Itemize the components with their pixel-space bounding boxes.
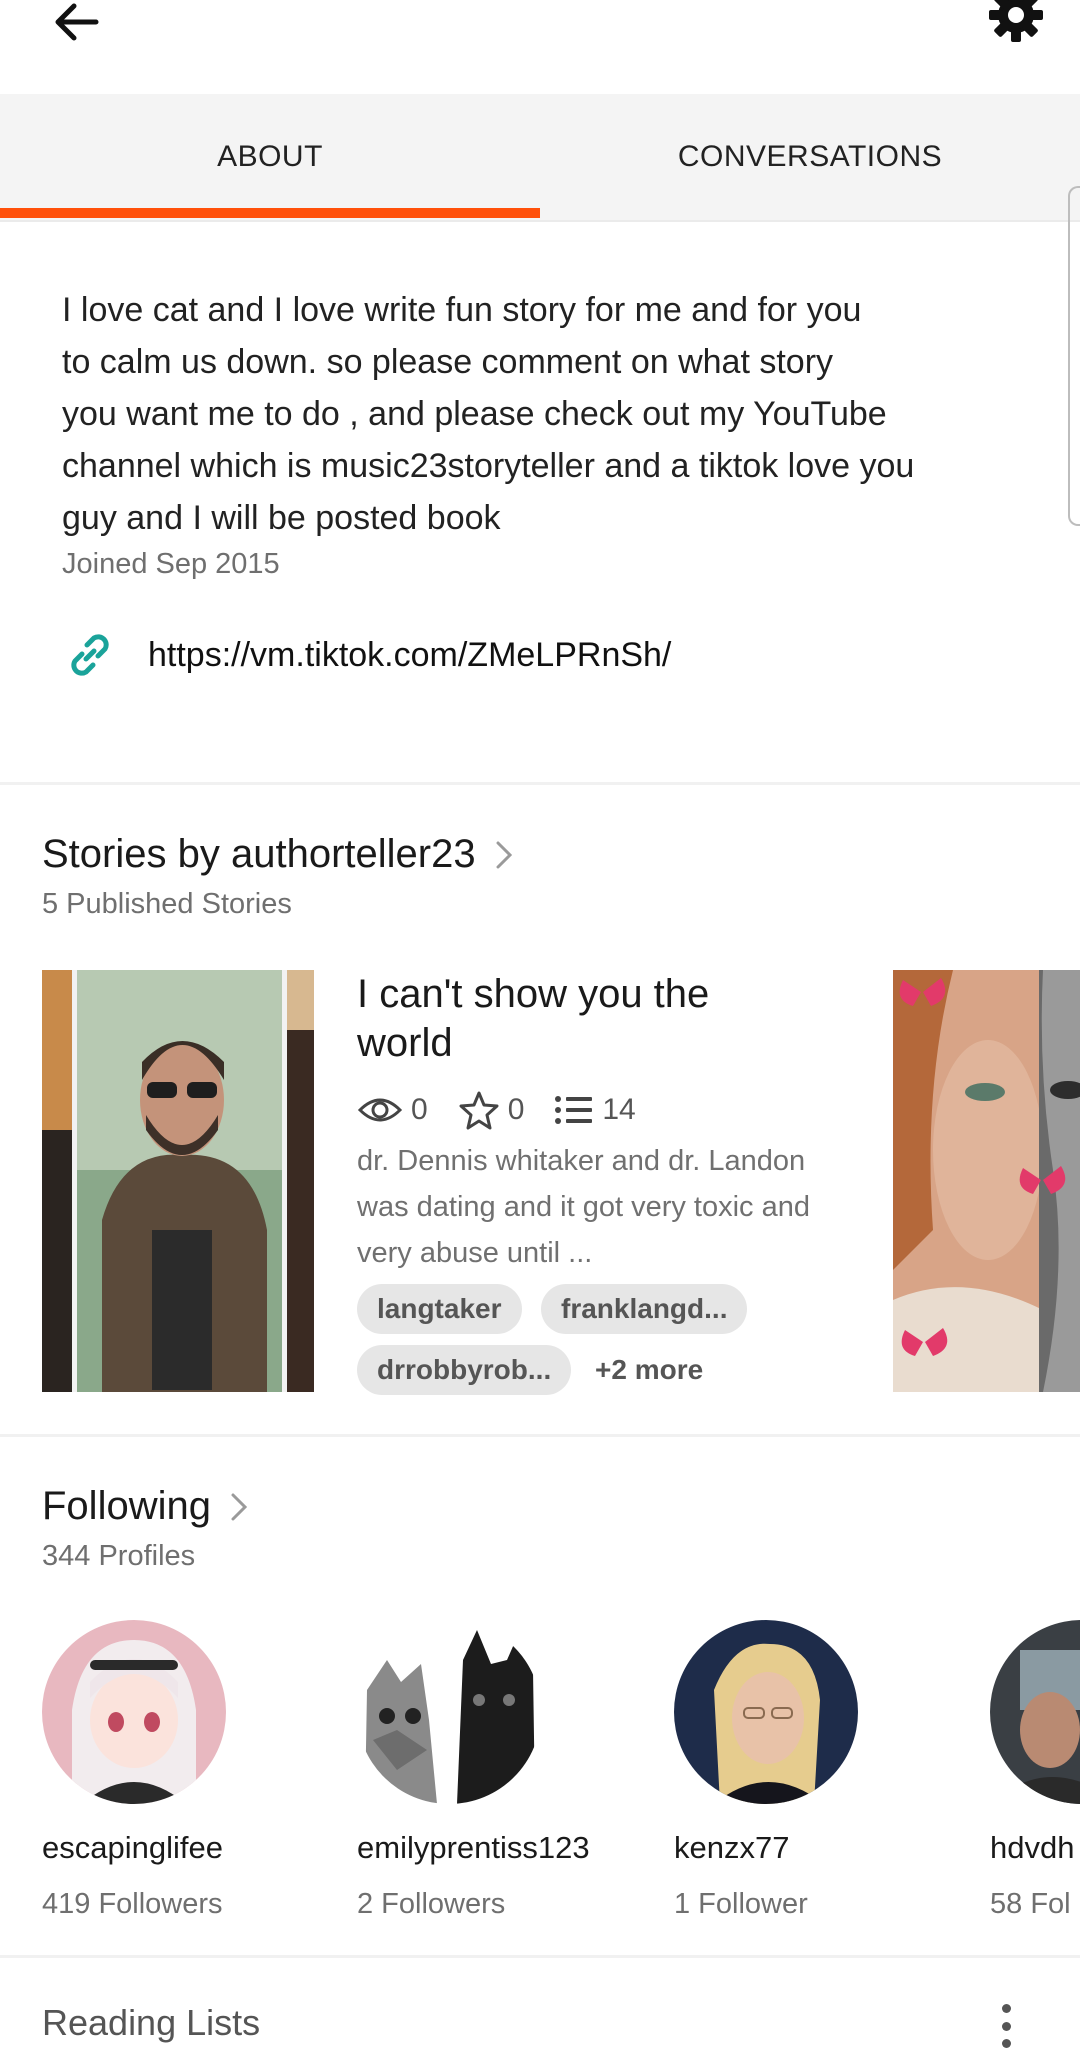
stories-title: Stories by authorteller23 — [42, 832, 476, 876]
chevron-right-icon — [496, 841, 512, 868]
bio-line: to calm us down. so please comment on wh… — [62, 343, 834, 381]
reading-lists-title: Reading Lists — [42, 2002, 261, 2043]
profile-followers: 419 Followers — [42, 1888, 223, 1920]
profile-followers: 1 Follower — [674, 1888, 808, 1920]
story-tag[interactable]: franklangd... — [541, 1284, 748, 1334]
following-profile[interactable]: kenzx77 1 Follower — [674, 1620, 974, 1921]
avatar[interactable] — [674, 1620, 858, 1804]
tab-about[interactable]: ABOUT — [0, 94, 540, 220]
following-profile[interactable]: escapinglifee 419 Followers — [42, 1620, 342, 1921]
story-cover[interactable] — [42, 970, 314, 1392]
story-cover-image — [42, 970, 314, 1392]
section-divider — [0, 1955, 1080, 1958]
votes-count: 0 — [507, 1093, 525, 1126]
more-options-icon[interactable] — [986, 2000, 1026, 2052]
active-tab-indicator — [0, 208, 540, 218]
star-icon — [459, 1091, 499, 1130]
profile-name: kenzx77 — [674, 1830, 790, 1865]
profile-link[interactable]: https://vm.tiktok.com/ZMeLPRnSh/ — [62, 620, 1022, 690]
parts-stat: 14 — [554, 1093, 636, 1127]
story-tag[interactable]: langtaker — [357, 1284, 522, 1334]
more-tags-link[interactable]: +2 more — [595, 1345, 703, 1395]
bio-line: you want me to do , and please check out… — [62, 395, 887, 433]
gear-icon — [989, 0, 1043, 42]
profile-tabs: ABOUT CONVERSATIONS — [0, 94, 1080, 222]
bio-line: I love cat and I love write fun story fo… — [62, 291, 862, 329]
profile-name: escapinglifee — [42, 1830, 223, 1865]
story-description: dr. Dennis whitaker and dr. Landon was d… — [357, 1145, 810, 1269]
bio-line: guy and I will be posted book — [62, 499, 501, 537]
avatar[interactable] — [42, 1620, 226, 1804]
following-count: 344 Profiles — [42, 1540, 196, 1572]
following-profile[interactable]: emilyprentiss123 2 Followers — [357, 1620, 657, 1921]
scroll-handle[interactable] — [1068, 186, 1080, 526]
profile-followers: 2 Followers — [357, 1888, 506, 1920]
section-divider — [0, 782, 1080, 785]
story-title[interactable]: I can't show you the world — [357, 970, 777, 1068]
settings-button[interactable] — [980, 0, 1052, 44]
following-section-header[interactable]: Following — [42, 1484, 249, 1529]
avatar[interactable] — [990, 1620, 1080, 1804]
profile-name: hdvdh — [990, 1830, 1075, 1865]
reads-count: 0 — [411, 1093, 428, 1126]
stories-count: 5 Published Stories — [42, 888, 292, 920]
back-button[interactable] — [40, 0, 112, 44]
parts-count: 14 — [602, 1093, 636, 1126]
list-icon — [555, 1096, 593, 1124]
reads-stat: 0 — [357, 1093, 428, 1127]
bio-line: channel which is music23storyteller and … — [62, 447, 915, 485]
arrow-left-icon — [55, 3, 99, 41]
section-divider — [0, 1434, 1080, 1437]
link-url[interactable]: https://vm.tiktok.com/ZMeLPRnSh/ — [148, 636, 671, 675]
votes-stat: 0 — [458, 1090, 525, 1130]
following-profile[interactable]: hdvdh 58 Fol — [990, 1620, 1080, 1921]
joined-date: Joined Sep 2015 — [62, 548, 280, 580]
top-bar — [0, 0, 1080, 94]
story-stats: 0 0 14 — [357, 1088, 666, 1132]
chevron-right-icon — [231, 1493, 248, 1520]
avatar[interactable] — [357, 1620, 541, 1804]
story-cover-image — [893, 970, 1080, 1392]
stories-section-header[interactable]: Stories by authorteller23 — [42, 832, 514, 877]
following-title: Following — [42, 1484, 211, 1528]
profile-name: emilyprentiss123 — [357, 1830, 590, 1865]
link-icon — [71, 634, 109, 676]
story-cover-next[interactable] — [893, 970, 1080, 1392]
eye-icon — [357, 1098, 403, 1122]
profile-followers: 58 Fol — [990, 1888, 1071, 1920]
story-tag[interactable]: drrobbyrob... — [357, 1345, 572, 1395]
tab-conversations[interactable]: CONVERSATIONS — [540, 94, 1080, 220]
profile-bio: I love cat and I love write fun story fo… — [62, 284, 1022, 544]
